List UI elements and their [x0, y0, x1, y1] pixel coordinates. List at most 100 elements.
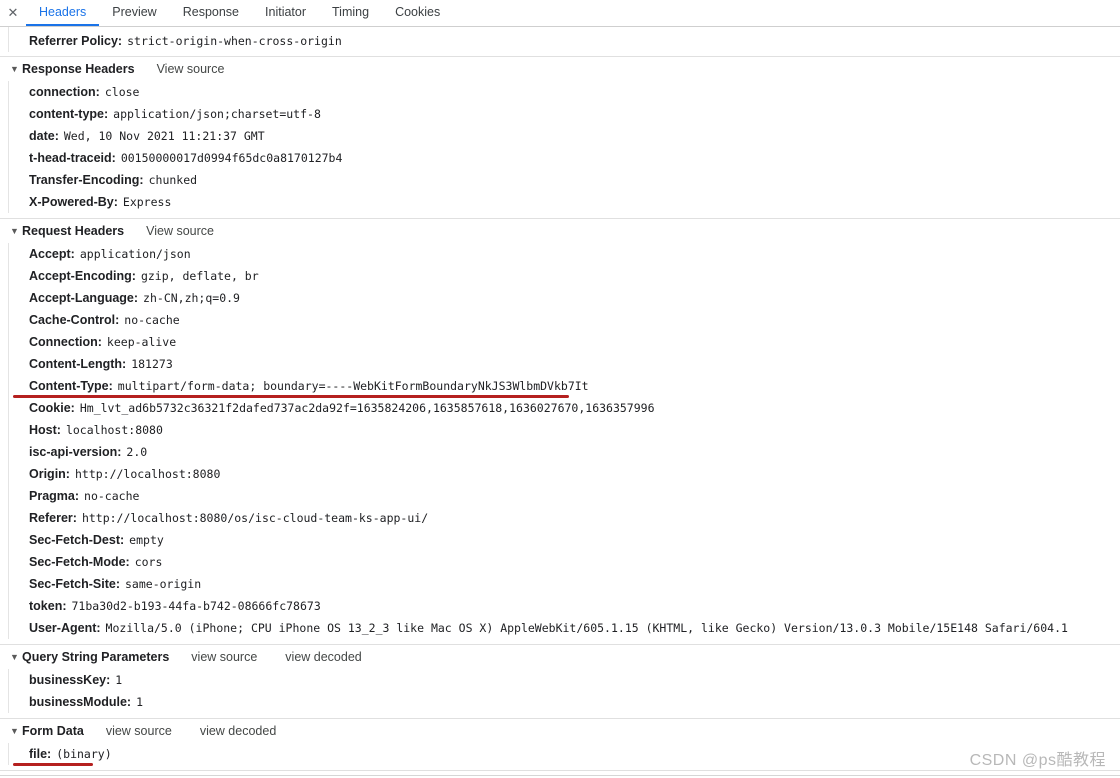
header-row: Transfer-Encoding: chunked [9, 169, 1120, 191]
header-name: Referer: [29, 511, 77, 525]
section-query-string-parameters: ▼ Query String Parameters view source view … [0, 645, 1120, 719]
header-row: isc-api-version: 2.0 [9, 441, 1120, 463]
link-view-decoded[interactable]: view decoded [200, 724, 276, 738]
header-value: strict-origin-when-cross-origin [127, 34, 342, 48]
header-rows: connection: close content-type: application… [0, 81, 1120, 213]
header-row: User-Agent: Mozilla/5.0 (iPhone; CPU iPho… [9, 617, 1120, 639]
header-row: Referrer Policy: strict-origin-when-cros… [9, 27, 1120, 52]
header-row: Content-Length: 181273 [9, 353, 1120, 375]
headers-panel: Referrer Policy: strict-origin-when-cros… [0, 27, 1120, 778]
header-row: Host: localhost:8080 [9, 419, 1120, 441]
header-value: http://localhost:8080 [74, 467, 221, 481]
header-value: 181273 [131, 357, 173, 371]
disclosure-triangle-icon[interactable]: ▼ [10, 652, 21, 662]
tab-preview[interactable]: Preview [99, 0, 169, 26]
header-value: no-cache [124, 313, 180, 327]
close-icon[interactable]: ✕ [0, 0, 26, 26]
tab-cookies[interactable]: Cookies [382, 0, 453, 26]
header-name: Origin: [29, 467, 70, 481]
header-name: Sec-Fetch-Site: [29, 577, 120, 591]
section-title: Form Data [22, 724, 84, 738]
header-value: Mozilla/5.0 (iPhone; CPU iPhone OS 13_2_… [105, 621, 1068, 635]
header-name: file: [29, 747, 52, 761]
header-value: zh-CN,zh;q=0.9 [143, 291, 240, 305]
section-response-headers: ▼ Response Headers View source connection: c… [0, 57, 1120, 219]
header-row: Referer: http://localhost:8080/os/isc-clo… [9, 507, 1120, 529]
header-row: connection: close [9, 81, 1120, 103]
header-name: Sec-Fetch-Mode: [29, 555, 130, 569]
header-row: Accept-Language: zh-CN,zh;q=0.9 [9, 287, 1120, 309]
disclosure-triangle-icon[interactable]: ▼ [10, 64, 21, 74]
header-value: no-cache [84, 489, 140, 503]
header-name: businessModule: [29, 695, 132, 709]
tab-response[interactable]: Response [170, 0, 252, 26]
header-value: Wed, 10 Nov 2021 11:21:37 GMT [63, 129, 265, 143]
header-row: Origin: http://localhost:8080 [9, 463, 1120, 485]
section-header-form-data[interactable]: ▼ Form Data view source view decoded [0, 719, 1120, 743]
section-header-query-string-parameters[interactable]: ▼ Query String Parameters view source view … [0, 645, 1120, 669]
header-row: token: 71ba30d2-b193-44fa-b742-08666fc786… [9, 595, 1120, 617]
header-value: same-origin [125, 577, 202, 591]
tab-headers[interactable]: Headers [26, 0, 100, 26]
section-header-response-headers[interactable]: ▼ Response Headers View source [0, 57, 1120, 81]
header-name: Accept-Language: [29, 291, 139, 305]
header-name: Host: [29, 423, 61, 437]
section-header-request-headers[interactable]: ▼ Request Headers View source [0, 219, 1120, 243]
header-row: Accept: application/json [9, 243, 1120, 265]
header-row: Cookie: Hm_lvt_ad6b5732c36321f2dafed737ac… [9, 397, 1120, 419]
header-value: 71ba30d2-b193-44fa-b742-08666fc78673 [71, 599, 321, 613]
network-detail-tabbar: ✕ Headers Preview Response Initiator Timing C… [0, 0, 1120, 27]
header-name: Cookie: [29, 401, 75, 415]
header-rows: Accept: application/json Accept-Encoding: g… [0, 243, 1120, 639]
section-title: Query String Parameters [22, 650, 170, 664]
header-value: Hm_lvt_ad6b5732c36321f2dafed737ac2da92f=… [79, 401, 655, 415]
header-value: 1 [115, 673, 123, 687]
header-rows: businessKey: 1 businessModule: 1 [0, 669, 1120, 713]
disclosure-triangle-icon[interactable]: ▼ [10, 726, 21, 736]
tab-timing[interactable]: Timing [319, 0, 382, 26]
link-view-source[interactable]: view source [106, 724, 172, 738]
header-name: businessKey: [29, 673, 111, 687]
header-row: Content-Type: multipart/form-data; bounda… [9, 375, 1120, 398]
tab-initiator[interactable]: Initiator [252, 0, 319, 26]
header-row: Sec-Fetch-Mode: cors [9, 551, 1120, 573]
header-row: file: (binary) [9, 743, 1120, 766]
header-value: keep-alive [106, 335, 177, 349]
header-row: X-Powered-By: Express [9, 191, 1120, 213]
header-row: date: Wed, 10 Nov 2021 11:21:37 GMT [9, 125, 1120, 147]
header-row: Accept-Encoding: gzip, deflate, br [9, 265, 1120, 287]
header-name: X-Powered-By: [29, 195, 118, 209]
header-name: Transfer-Encoding: [29, 173, 144, 187]
header-value: application/json [79, 247, 191, 261]
link-view-decoded[interactable]: view decoded [285, 650, 361, 664]
header-value: gzip, deflate, br [140, 269, 259, 283]
header-value: application/json;charset=utf-8 [113, 107, 321, 121]
header-name: content-type: [29, 107, 109, 121]
header-row: Sec-Fetch-Dest: empty [9, 529, 1120, 551]
section-request-headers: ▼ Request Headers View source Accept: applic… [0, 219, 1120, 645]
header-row: Pragma: no-cache [9, 485, 1120, 507]
header-value: 00150000017d0994f65dc0a8170127b4 [120, 151, 343, 165]
header-row: businessKey: 1 [9, 669, 1120, 691]
header-name: Content-Length: [29, 357, 127, 371]
header-name: Pragma: [29, 489, 80, 503]
header-name: Cache-Control: [29, 313, 120, 327]
header-name: isc-api-version: [29, 445, 122, 459]
section-title: Response Headers [22, 62, 135, 76]
header-row: t-head-traceid: 00150000017d0994f65dc0a81… [9, 147, 1120, 169]
header-value: cors [134, 555, 163, 569]
header-rows: file: (binary) [0, 743, 1120, 766]
header-name: t-head-traceid: [29, 151, 116, 165]
header-name: Referrer Policy: [29, 34, 123, 48]
header-row: Connection: keep-alive [9, 331, 1120, 353]
link-view-source[interactable]: View source [157, 62, 225, 76]
header-value: 1 [136, 695, 144, 709]
disclosure-triangle-icon[interactable]: ▼ [10, 226, 21, 236]
header-value: http://localhost:8080/os/isc-cloud-team-… [81, 511, 429, 525]
header-name: Sec-Fetch-Dest: [29, 533, 125, 547]
link-view-source[interactable]: view source [191, 650, 257, 664]
header-name: Content-Type: [29, 379, 113, 393]
section-title: Request Headers [22, 224, 125, 238]
header-row: Cache-Control: no-cache [9, 309, 1120, 331]
link-view-source[interactable]: View source [146, 224, 214, 238]
